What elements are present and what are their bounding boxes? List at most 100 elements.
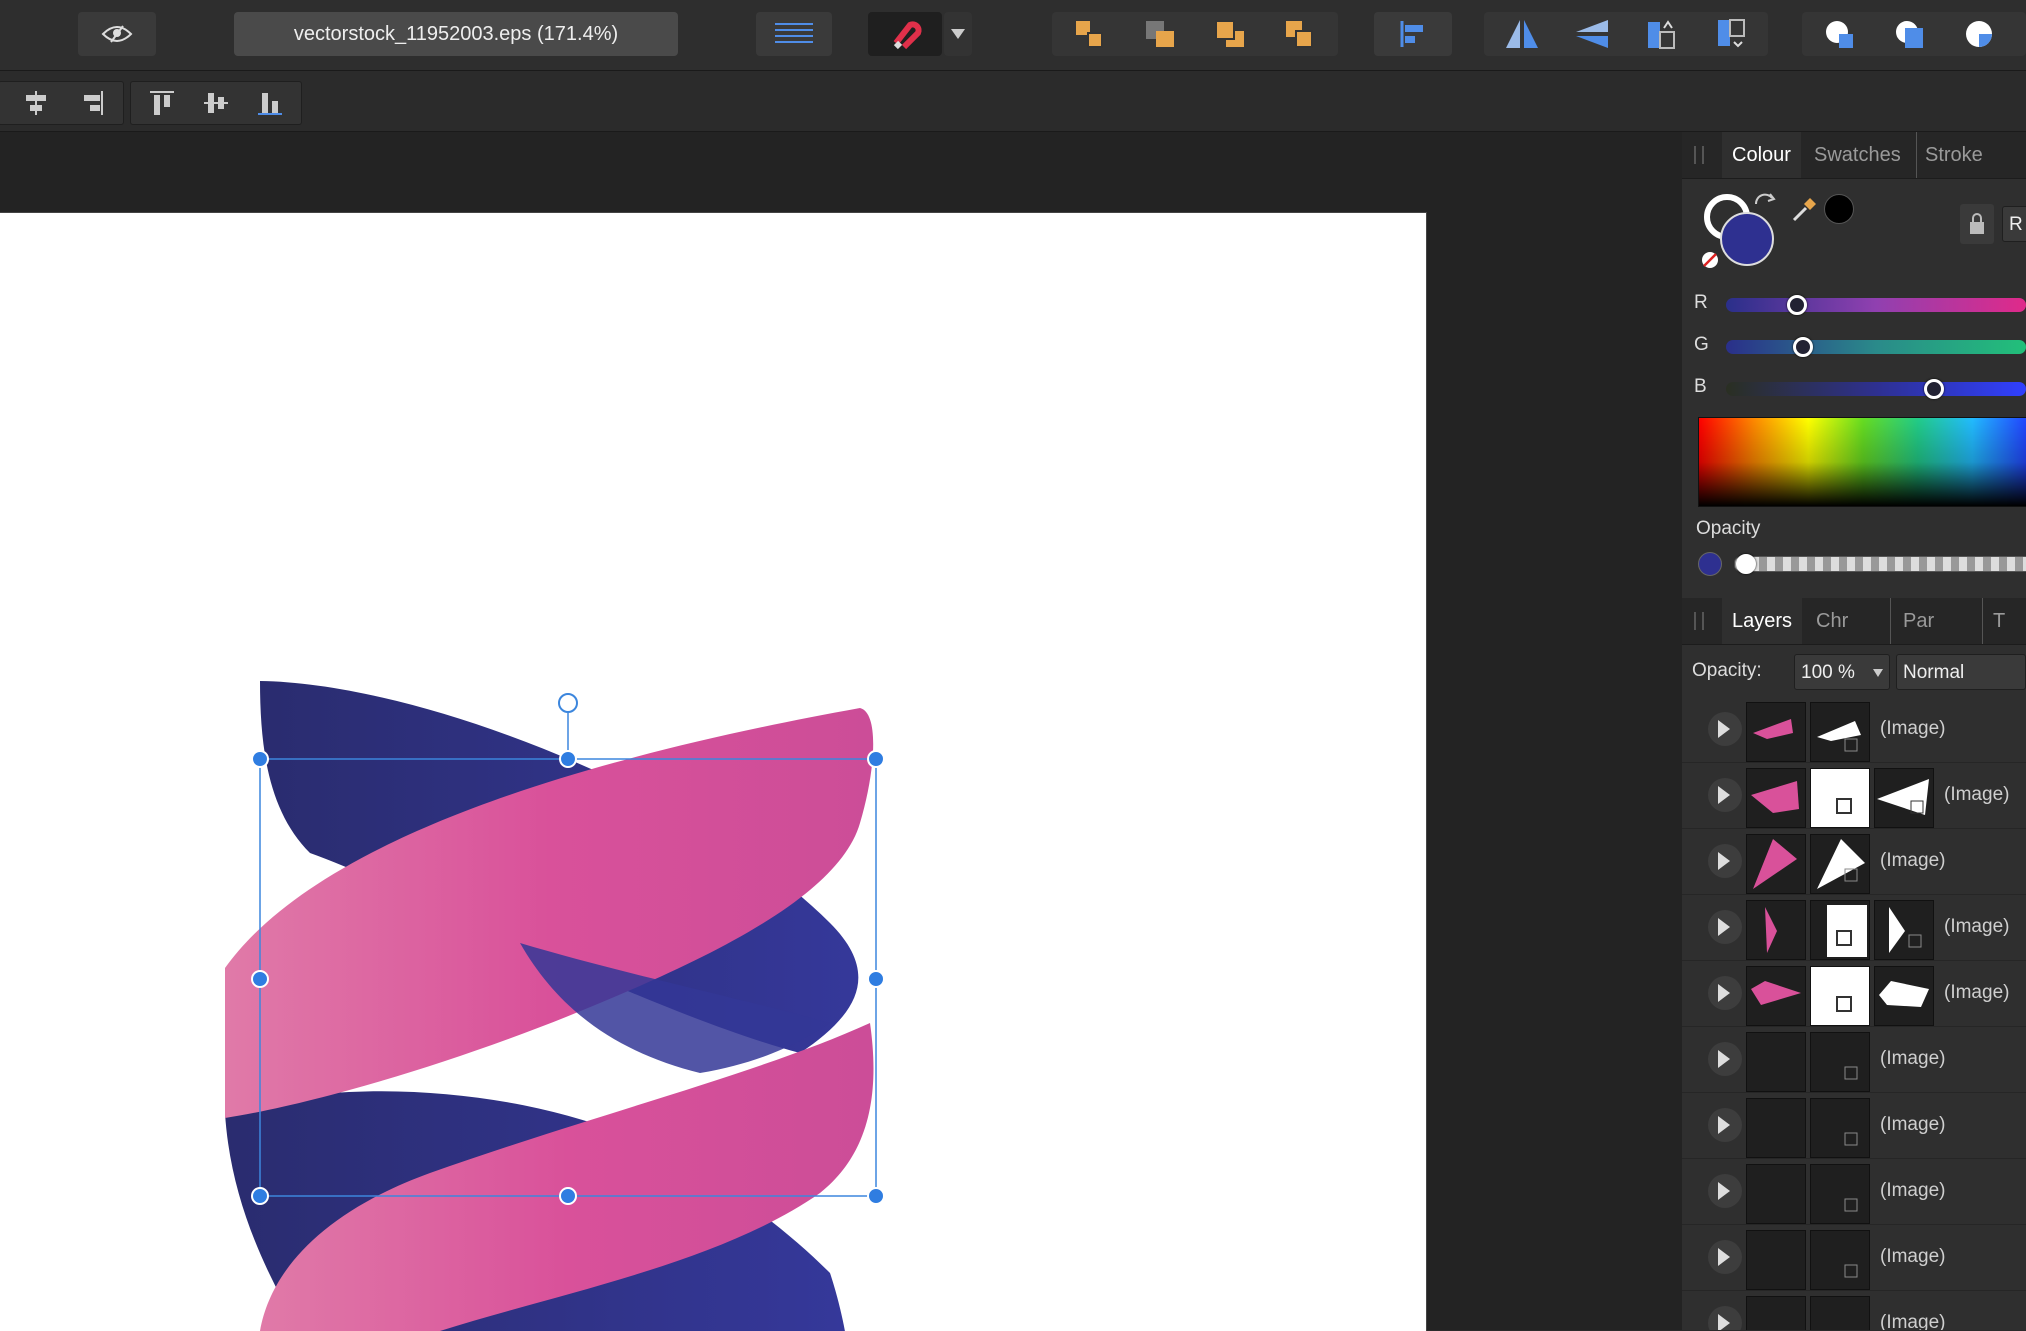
fill-well[interactable] xyxy=(1720,212,1774,266)
lock-icon xyxy=(1970,213,1984,234)
move-back-one-button[interactable] xyxy=(1128,12,1192,56)
layer-row[interactable]: (Image) xyxy=(1682,698,2026,763)
opacity-slider[interactable] xyxy=(1734,556,2026,572)
add-boolean-button[interactable] xyxy=(1808,12,1872,56)
layer-row[interactable]: (Image) xyxy=(1682,830,2026,895)
layer-row[interactable]: (Image) xyxy=(1682,896,2026,961)
slider-r[interactable] xyxy=(1726,298,2026,312)
align-center-horizontal-button[interactable] xyxy=(9,82,63,124)
layer-row[interactable]: (Image) xyxy=(1682,1094,2026,1159)
tab-paragraph[interactable]: Par xyxy=(1890,598,1946,644)
rotate-right-button[interactable] xyxy=(1700,12,1764,56)
layer-name: (Image) xyxy=(1880,1114,1946,1135)
align-top-button[interactable] xyxy=(135,82,189,124)
move-to-front-icon xyxy=(1286,21,1313,48)
colour-spectrum[interactable] xyxy=(1698,417,2026,507)
dna-helix-artwork[interactable] xyxy=(0,213,1426,1331)
rotate-left-button[interactable] xyxy=(1630,12,1694,56)
tab-colour[interactable]: Colour xyxy=(1722,132,1801,178)
handle-bottom-left[interactable] xyxy=(251,1187,269,1205)
rotate-handle[interactable] xyxy=(558,693,578,713)
tab-stroke[interactable]: Stroke xyxy=(1916,132,1991,178)
mask-thumbnail xyxy=(1810,966,1870,1026)
slider-g[interactable] xyxy=(1726,340,2026,354)
expand-arrow-icon xyxy=(1718,720,1730,738)
eye-icon xyxy=(101,25,133,43)
snapping-dropdown[interactable] xyxy=(944,12,972,56)
layer-row[interactable]: (Image) xyxy=(1682,1226,2026,1291)
move-to-back-button[interactable] xyxy=(1058,12,1122,56)
slider-b[interactable] xyxy=(1726,382,2026,396)
mask-thumbnail-2 xyxy=(1874,900,1934,960)
add-shapes-icon xyxy=(1826,21,1853,48)
layer-row[interactable]: (Image) xyxy=(1682,1028,2026,1093)
handle-top-right[interactable] xyxy=(867,750,885,768)
snapping-grid-button[interactable] xyxy=(756,12,832,56)
layer-name: (Image) xyxy=(1880,1048,1946,1069)
move-to-front-button[interactable] xyxy=(1268,12,1332,56)
canvas-workspace[interactable] xyxy=(0,132,1654,1331)
canvas-gutter xyxy=(1654,132,1682,1330)
document-title[interactable]: vectorstock_11952003.eps (171.4%) xyxy=(234,12,678,56)
align-button[interactable] xyxy=(1374,12,1452,56)
picked-colour-swatch[interactable] xyxy=(1824,194,1854,224)
no-colour-icon[interactable] xyxy=(1700,250,1720,270)
layer-row[interactable]: (Image) xyxy=(1682,1292,2026,1330)
intersect-boolean-button[interactable] xyxy=(1948,12,2012,56)
handle-top-left[interactable] xyxy=(251,750,269,768)
mask-thumbnail-2 xyxy=(1874,768,1934,828)
flip-vertical-icon xyxy=(1576,20,1608,48)
slider-g-knob[interactable] xyxy=(1793,337,1813,357)
rotate-left-icon xyxy=(1648,20,1675,49)
handle-top-center[interactable] xyxy=(559,750,577,768)
tab-layers[interactable]: Layers xyxy=(1722,598,1803,644)
panel-grip-icon-2[interactable] xyxy=(1694,612,1704,630)
layer-opacity-field[interactable]: 100 % xyxy=(1794,654,1890,690)
expand-arrow-icon xyxy=(1718,1050,1730,1068)
align-middle-icon xyxy=(204,93,228,113)
layer-row[interactable]: (Image) xyxy=(1682,1160,2026,1225)
handle-middle-right[interactable] xyxy=(867,970,885,988)
flip-horizontal-button[interactable] xyxy=(1490,12,1554,56)
swap-colours-icon[interactable] xyxy=(1752,192,1778,216)
slider-b-knob[interactable] xyxy=(1924,379,1944,399)
opacity-slider-knob[interactable] xyxy=(1736,554,1756,574)
expand-arrow-icon xyxy=(1718,852,1730,870)
layer-row[interactable]: (Image) xyxy=(1682,764,2026,829)
lock-button[interactable] xyxy=(1960,204,1994,244)
align-bottom-button[interactable] xyxy=(243,82,297,124)
layer-row[interactable]: (Image) xyxy=(1682,962,2026,1027)
layer-thumbnail xyxy=(1746,900,1806,960)
tab-swatches[interactable]: Swatches xyxy=(1806,132,1909,178)
tab-text-styles[interactable]: T xyxy=(1982,598,2015,644)
view-mode-button[interactable] xyxy=(78,12,156,56)
move-forward-one-button[interactable] xyxy=(1198,12,1262,56)
expand-arrow-icon xyxy=(1718,918,1730,936)
align-center-horizontal-icon xyxy=(26,91,46,115)
layer-thumbnail xyxy=(1746,1098,1806,1158)
subtract-shapes-icon xyxy=(1896,21,1923,48)
artboard[interactable] xyxy=(0,212,1427,1331)
tab-character[interactable]: Chr xyxy=(1812,598,1852,644)
mask-thumbnail xyxy=(1810,1164,1870,1224)
grid-lines-icon xyxy=(775,23,813,43)
label-g: G xyxy=(1694,334,1709,355)
align-middle-button[interactable] xyxy=(189,82,243,124)
blend-mode-select[interactable]: Normal xyxy=(1896,654,2026,690)
handle-middle-left[interactable] xyxy=(251,970,269,988)
layer-name: (Image) xyxy=(1880,1246,1946,1267)
snapping-magnet-button[interactable] xyxy=(868,12,942,56)
handle-bottom-center[interactable] xyxy=(559,1187,577,1205)
align-right-button[interactable] xyxy=(65,82,119,124)
colour-panel-tabs: Colour Swatches Stroke xyxy=(1682,132,2026,179)
panel-grip-icon[interactable] xyxy=(1694,146,1704,164)
chevron-down-icon xyxy=(951,29,965,39)
slider-r-knob[interactable] xyxy=(1787,295,1807,315)
layer-name: (Image) xyxy=(1944,784,2010,805)
flip-vertical-button[interactable] xyxy=(1560,12,1624,56)
eyedropper-icon[interactable] xyxy=(1790,194,1820,224)
subtract-boolean-button[interactable] xyxy=(1878,12,1942,56)
handle-bottom-right[interactable] xyxy=(867,1187,885,1205)
layer-opacity-value: 100 % xyxy=(1801,662,1855,683)
colour-format-button[interactable]: R xyxy=(2002,206,2026,242)
